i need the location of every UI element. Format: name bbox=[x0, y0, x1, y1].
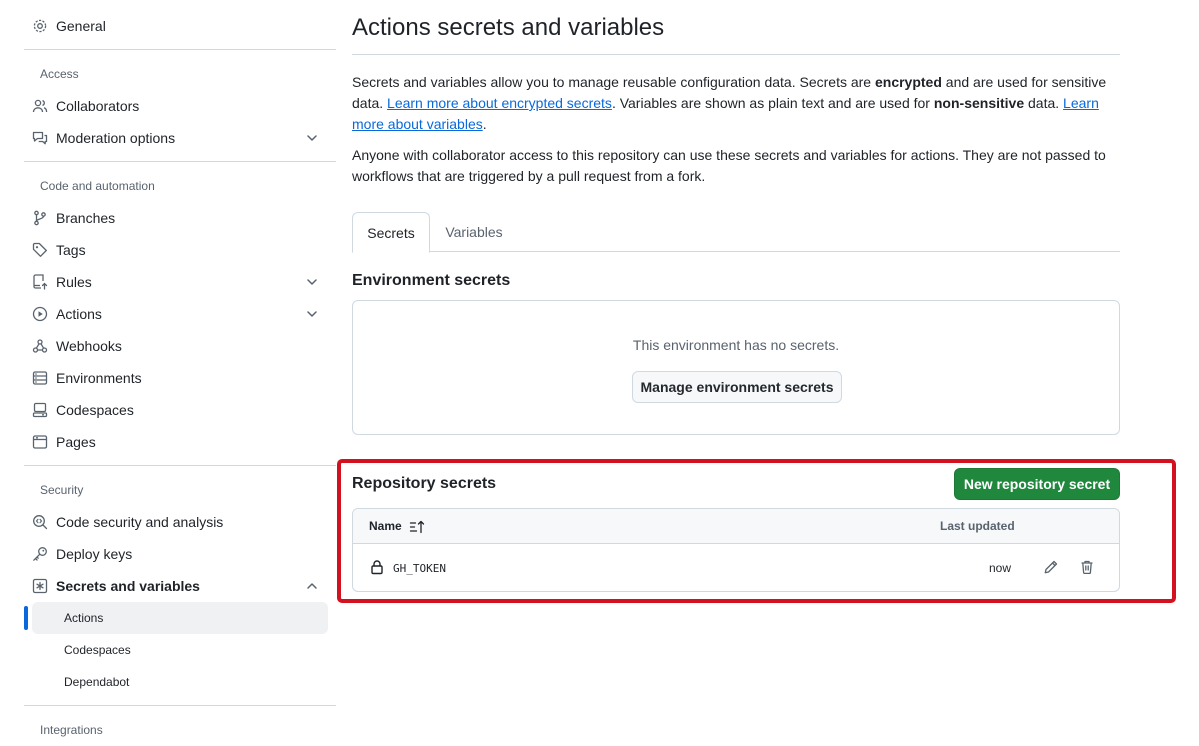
chevron-down-icon[interactable] bbox=[304, 306, 320, 322]
sidebar-item-label: Branches bbox=[56, 210, 116, 226]
comment-discussion-icon bbox=[32, 130, 48, 146]
intro-bold-non-sensitive: non-sensitive bbox=[933, 95, 1025, 111]
chevron-down-icon[interactable] bbox=[304, 274, 320, 290]
secrets-variables-tabs: Secrets Variables bbox=[352, 212, 1120, 253]
sidebar-item-label: Webhooks bbox=[56, 338, 122, 354]
sidebar-divider bbox=[24, 705, 336, 706]
sidebar-item-tags[interactable]: Tags bbox=[32, 234, 328, 266]
sidebar-subitem-dependabot[interactable]: Dependabot bbox=[32, 666, 328, 698]
intro-bold-encrypted: encrypted bbox=[874, 74, 942, 90]
repository-secrets-table: Name Last updated GH_TOKEN now bbox=[352, 508, 1120, 592]
sort-asc-icon[interactable] bbox=[409, 519, 425, 535]
title-divider bbox=[352, 54, 1120, 55]
git-branch-icon bbox=[32, 210, 48, 226]
environment-secrets-box: This environment has no secrets. Manage … bbox=[352, 300, 1120, 435]
sidebar-item-code-security[interactable]: Code security and analysis bbox=[32, 506, 328, 538]
gear-icon bbox=[32, 18, 48, 34]
table-row: GH_TOKEN now bbox=[353, 544, 1119, 591]
sidebar-item-webhooks[interactable]: Webhooks bbox=[32, 330, 328, 362]
sidebar-heading-access: Access bbox=[40, 67, 79, 81]
sidebar-item-label: Rules bbox=[56, 274, 92, 290]
key-icon bbox=[32, 546, 48, 562]
column-header-last-updated: Last updated bbox=[940, 519, 1015, 533]
server-icon bbox=[32, 370, 48, 386]
chevron-down-icon[interactable] bbox=[304, 130, 320, 146]
sidebar-divider bbox=[24, 49, 336, 50]
sidebar-item-deploy-keys[interactable]: Deploy keys bbox=[32, 538, 328, 570]
pencil-icon[interactable] bbox=[1043, 559, 1059, 575]
codescan-icon bbox=[32, 514, 48, 530]
active-item-marker bbox=[24, 606, 28, 630]
sidebar-item-label: Collaborators bbox=[56, 98, 140, 114]
collaborator-note: Anyone with collaborator access to this … bbox=[352, 147, 1106, 184]
secret-name: GH_TOKEN bbox=[393, 562, 446, 575]
browser-icon bbox=[32, 434, 48, 450]
sidebar-item-pages[interactable]: Pages bbox=[32, 426, 328, 458]
sidebar-item-label: Secrets and variables bbox=[56, 578, 200, 594]
sidebar-item-secrets-variables[interactable]: Secrets and variables bbox=[32, 570, 328, 602]
sidebar-item-label: Actions bbox=[56, 306, 102, 322]
secret-last-updated: now bbox=[989, 561, 1012, 575]
people-icon bbox=[32, 98, 48, 114]
tab-secrets[interactable]: Secrets bbox=[352, 212, 430, 253]
sidebar-divider bbox=[24, 465, 336, 466]
sidebar-divider bbox=[24, 161, 336, 162]
sidebar-item-collaborators[interactable]: Collaborators bbox=[32, 90, 328, 122]
sidebar-heading-security: Security bbox=[40, 483, 84, 497]
sidebar-item-label: Code security and analysis bbox=[56, 514, 224, 530]
sidebar-item-environments[interactable]: Environments bbox=[32, 362, 328, 394]
tag-icon bbox=[32, 242, 48, 258]
sidebar-item-moderation[interactable]: Moderation options bbox=[32, 122, 328, 154]
manage-environment-secrets-button[interactable]: Manage environment secrets bbox=[632, 371, 842, 403]
intro-text: Secrets and variables allow you to manag… bbox=[352, 74, 875, 90]
intro-text: data. bbox=[1024, 95, 1064, 111]
sidebar-subitem-actions[interactable]: Actions bbox=[32, 602, 328, 634]
sidebar-item-label: Deploy keys bbox=[56, 546, 133, 562]
sidebar-item-general[interactable]: General bbox=[32, 10, 328, 42]
sidebar-heading-integrations: Integrations bbox=[40, 723, 103, 737]
asterisk-icon bbox=[32, 578, 48, 594]
intro-text: . Variables are shown as plain text and … bbox=[611, 95, 934, 111]
sidebar-subitem-codespaces[interactable]: Codespaces bbox=[32, 634, 328, 666]
page-title: Actions secrets and variables bbox=[352, 14, 665, 41]
sidebar-item-label: Environments bbox=[56, 370, 142, 386]
intro-paragraph: Secrets and variables allow you to manag… bbox=[352, 72, 1120, 135]
play-icon bbox=[32, 306, 48, 322]
sidebar-item-rules[interactable]: Rules bbox=[32, 266, 328, 298]
sidebar-item-branches[interactable]: Branches bbox=[32, 202, 328, 234]
learn-more-secrets-link[interactable]: Learn more about encrypted secrets bbox=[387, 95, 612, 111]
column-header-name[interactable]: Name bbox=[369, 519, 402, 533]
sidebar-item-codespaces[interactable]: Codespaces bbox=[32, 394, 328, 426]
chevron-up-icon[interactable] bbox=[304, 578, 320, 594]
tab-variables[interactable]: Variables bbox=[430, 212, 518, 252]
codespaces-icon bbox=[32, 402, 48, 418]
sidebar-item-label: Pages bbox=[56, 434, 96, 450]
environment-secrets-heading: Environment secrets bbox=[352, 272, 511, 289]
sidebar-item-actions[interactable]: Actions bbox=[32, 298, 328, 330]
sidebar-item-label: General bbox=[56, 18, 106, 34]
intro-text: . bbox=[482, 116, 487, 132]
table-header: Name Last updated bbox=[353, 509, 1119, 544]
sidebar-heading-code-automation: Code and automation bbox=[40, 179, 155, 193]
repo-push-icon bbox=[32, 274, 48, 290]
sidebar-item-label: Moderation options bbox=[56, 130, 176, 146]
sidebar-item-label: Tags bbox=[56, 242, 86, 258]
trash-icon[interactable] bbox=[1079, 559, 1095, 575]
repository-secrets-heading: Repository secrets bbox=[352, 475, 497, 492]
lock-icon bbox=[371, 560, 383, 575]
sidebar-item-label: Codespaces bbox=[56, 402, 134, 418]
webhook-icon bbox=[32, 338, 48, 354]
environment-empty-message: This environment has no secrets. bbox=[632, 337, 840, 353]
new-repository-secret-button[interactable]: New repository secret bbox=[954, 468, 1120, 500]
settings-sidebar: General Access Collaborators Moderation … bbox=[24, 0, 336, 746]
